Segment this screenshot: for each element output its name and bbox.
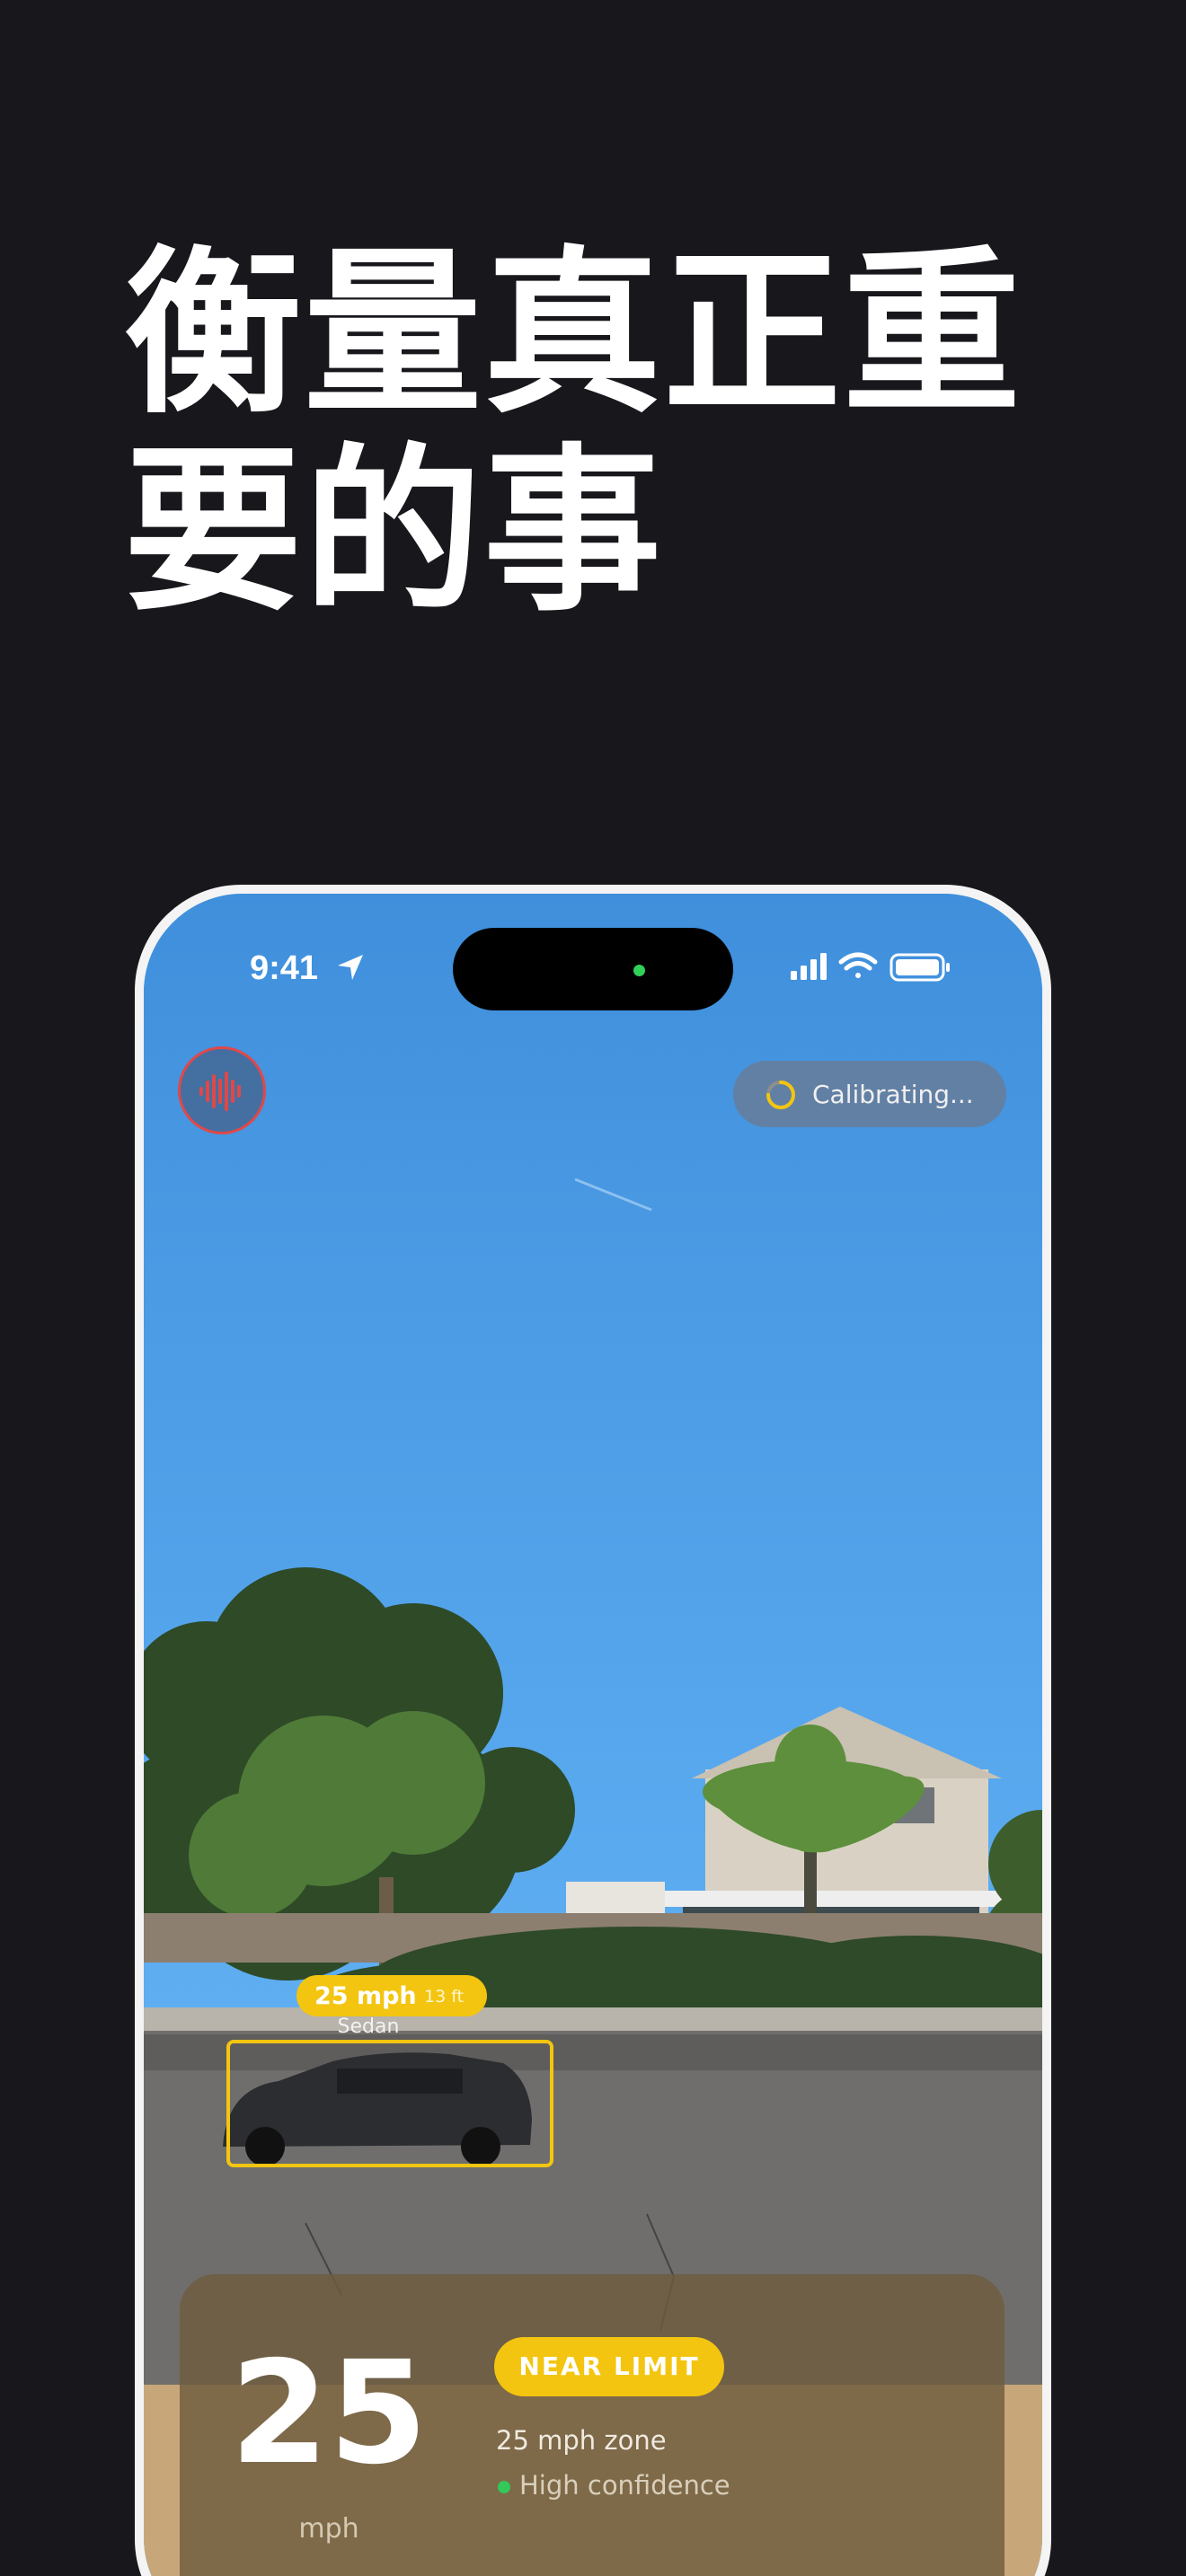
wifi-icon	[838, 952, 878, 978]
phone-frame: 9:41 Calibrating... 25 mph 13 ft Sedan 2…	[135, 885, 1051, 2576]
audio-capture-button[interactable]	[178, 1046, 266, 1134]
calibration-status: Calibrating...	[733, 1061, 1006, 1127]
near-limit-badge: NEAR LIMIT	[494, 2337, 724, 2396]
detected-distance: 13 ft	[424, 1987, 465, 2007]
cellular-signal-icon	[791, 953, 827, 980]
speed-unit: mph	[298, 2513, 359, 2545]
confidence-label: High confidence	[519, 2470, 730, 2501]
headline-line-1: 衡量真正重	[124, 230, 1022, 437]
vehicle-bounding-box[interactable]	[226, 2040, 553, 2167]
spinner-icon	[766, 1081, 795, 1109]
headline: 衡量真正重 要的事	[124, 235, 1112, 631]
battery-icon	[890, 953, 950, 982]
camera-screen: 9:41 Calibrating... 25 mph 13 ft Sedan 2…	[144, 894, 1042, 2576]
speed-zone-label: 25 mph zone	[496, 2425, 667, 2456]
audio-waveform-icon	[199, 1072, 241, 1111]
status-time: 9:41	[250, 949, 319, 987]
camera-in-use-indicator	[633, 965, 645, 976]
calibration-label: Calibrating...	[812, 1080, 974, 1109]
location-arrow-icon	[338, 955, 363, 980]
speed-info-card: 25 mph NEAR LIMIT 25 mph zone High confi…	[180, 2274, 1005, 2576]
detected-speed: 25 mph	[314, 1982, 417, 2010]
speed-value: 25	[230, 2331, 428, 2496]
dynamic-island	[453, 928, 733, 1010]
detected-speed-tag: 25 mph 13 ft	[296, 1975, 487, 2016]
confidence-status-dot	[498, 2481, 510, 2493]
status-icons	[791, 952, 950, 982]
vehicle-type-label: Sedan	[337, 2016, 400, 2038]
headline-line-2: 要的事	[124, 428, 663, 635]
